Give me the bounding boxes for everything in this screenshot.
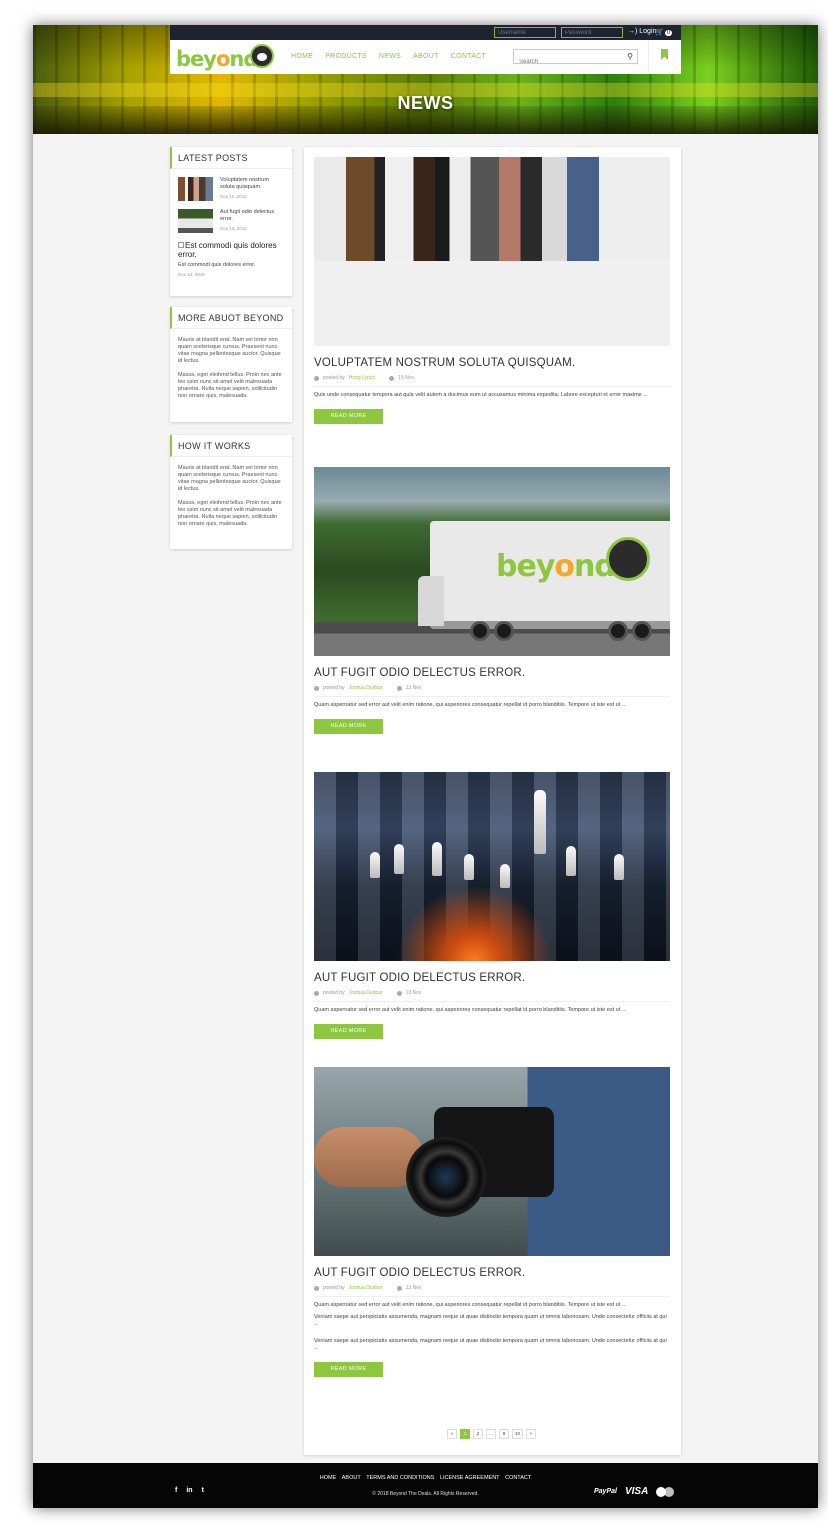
article-image-truck[interactable]: beyond	[314, 467, 670, 656]
mastercard-icon	[656, 1486, 675, 1497]
user-icon	[314, 1285, 319, 1291]
nav-home[interactable]: HOME	[291, 53, 313, 60]
article-image-camera[interactable]	[314, 1067, 670, 1256]
password-input[interactable]	[561, 27, 623, 38]
author-link[interactable]: Joshua Dunbar	[349, 1285, 383, 1291]
page-9[interactable]: 9	[499, 1429, 509, 1439]
news-list: VOLUPTATEM NOSTRUM SOLUTA QUISQUAM. post…	[304, 147, 681, 1455]
article-title[interactable]: AUT FUGIT ODIO DELECTUS ERROR.	[314, 667, 670, 679]
nav-news[interactable]: NEWS	[379, 53, 401, 60]
page-1[interactable]: 1	[460, 1429, 470, 1439]
page-10[interactable]: 10	[512, 1429, 524, 1439]
page-title: NEWS	[397, 93, 454, 113]
read-more-button[interactable]: READ MORE	[314, 409, 383, 424]
search-input[interactable]	[514, 55, 619, 69]
page-2[interactable]: 2	[473, 1429, 483, 1439]
article-image-shopping[interactable]	[314, 157, 670, 346]
footer-link-home[interactable]: HOME	[320, 1475, 337, 1481]
username-input[interactable]	[494, 27, 556, 38]
read-more-button[interactable]: READ MORE	[314, 719, 383, 734]
how-it-works-heading: HOW IT WORKS	[170, 435, 292, 457]
login-button[interactable]: →) Login	[628, 28, 656, 35]
top-bar: →) Login 🛒0	[170, 25, 681, 40]
page-prev[interactable]: «	[447, 1429, 457, 1439]
article-card: VOLUPTATEM NOSTRUM SOLUTA QUISQUAM. post…	[314, 157, 670, 424]
pagination: « 1 2 ... 9 10 »	[447, 1429, 537, 1439]
user-icon	[314, 685, 319, 691]
read-more-button[interactable]: READ MORE	[314, 1362, 383, 1377]
author-link[interactable]: Hung Lynch	[349, 375, 376, 381]
clock-icon	[396, 990, 402, 996]
page-next[interactable]: »	[526, 1429, 537, 1439]
user-icon	[314, 375, 319, 381]
footer-link-license[interactable]: LICENSE AGREEMENT	[440, 1475, 500, 1481]
page-frame: NEWS →) Login 🛒0 beyond HOME PRODUCTS NE…	[33, 25, 818, 1508]
article-title[interactable]: VOLUPTATEM NOSTRUM SOLUTA QUISQUAM.	[314, 357, 670, 369]
how-it-works-widget: HOW IT WORKS Mauris at blandit erat. Nam…	[170, 435, 292, 549]
clock-icon	[396, 1285, 402, 1291]
linkedin-icon[interactable]: in	[186, 1487, 192, 1494]
footer-link-terms[interactable]: TERMS AND CONDITIONS	[366, 1475, 434, 1481]
article-card: AUT FUGIT ODIO DELECTUS ERROR. posted by…	[314, 1067, 670, 1377]
article-title[interactable]: AUT FUGIT ODIO DELECTUS ERROR.	[314, 1267, 670, 1279]
clock-icon	[396, 685, 402, 691]
page-ellipsis: ...	[486, 1429, 496, 1439]
clock-icon	[389, 375, 395, 381]
search-icon[interactable]: ⚲	[627, 52, 633, 61]
post-thumbnail	[178, 209, 213, 233]
article-image-chess[interactable]	[314, 772, 670, 961]
article-card: beyond AUT FUGIT ODIO DELECTUS ERROR. po…	[314, 467, 670, 734]
post-thumbnail	[178, 177, 213, 201]
cart-icon: 🛒	[655, 29, 664, 36]
mascot-icon	[606, 537, 650, 581]
list-item[interactable]: Est commodi quis dolores error. Est comm…	[178, 241, 284, 278]
article-title[interactable]: AUT FUGIT ODIO DELECTUS ERROR.	[314, 972, 670, 984]
about-heading: MORE ABUOT BEYOND	[170, 307, 292, 329]
visa-icon: VISA	[624, 1486, 649, 1497]
twitter-icon[interactable]: t	[202, 1487, 204, 1494]
nav-products[interactable]: PRODUCTS	[325, 53, 367, 60]
cart-button[interactable]: 🛒 0	[655, 28, 673, 36]
latest-posts-heading: LATEST POSTS	[170, 147, 292, 169]
cart-count-badge: 0	[664, 30, 673, 36]
list-item[interactable]: Aut fugit odio delectus error. Nov 13, 2…	[178, 209, 284, 233]
list-item[interactable]: Voluptatem nostrum soluta quisquam. Nov …	[178, 177, 284, 201]
social-links: f in t	[175, 1487, 204, 1494]
latest-posts-widget: LATEST POSTS Voluptatem nostrum soluta q…	[170, 147, 292, 296]
about-widget: MORE ABUOT BEYOND Mauris at blandit erat…	[170, 307, 292, 422]
read-more-button[interactable]: READ MORE	[314, 1024, 383, 1039]
mascot-icon	[250, 44, 274, 68]
nav-about[interactable]: ABOUT	[413, 53, 439, 60]
main-navbar: beyond HOME PRODUCTS NEWS ABOUT CONTACT …	[170, 40, 681, 74]
footer-link-about[interactable]: ABOUT	[342, 1475, 361, 1481]
nav-contact[interactable]: CONTACT	[451, 53, 486, 60]
search-box: ⚲	[513, 49, 638, 69]
footer-link-contact[interactable]: CONTACT	[505, 1475, 531, 1481]
copyright: © 2018 Beyond The Deals. All Rights Rese…	[372, 1491, 479, 1497]
bookmark-icon[interactable]	[661, 49, 668, 60]
author-link[interactable]: Joshua Dunbar	[349, 990, 383, 996]
article-card: AUT FUGIT ODIO DELECTUS ERROR. posted by…	[314, 772, 670, 1039]
broken-image-icon	[178, 242, 184, 248]
nav-links: HOME PRODUCTS NEWS ABOUT CONTACT	[291, 53, 486, 60]
author-link[interactable]: Joshua Dunbar	[349, 685, 383, 691]
site-logo[interactable]: beyond	[176, 44, 274, 71]
footer: HOME ABOUT TERMS AND CONDITIONS LICENSE …	[33, 1463, 818, 1508]
facebook-icon[interactable]: f	[175, 1487, 177, 1494]
footer-links: HOME ABOUT TERMS AND CONDITIONS LICENSE …	[33, 1475, 818, 1481]
payment-methods: PayPal VISA	[594, 1486, 675, 1497]
user-icon	[314, 990, 319, 996]
paypal-icon: PayPal	[594, 1488, 617, 1495]
